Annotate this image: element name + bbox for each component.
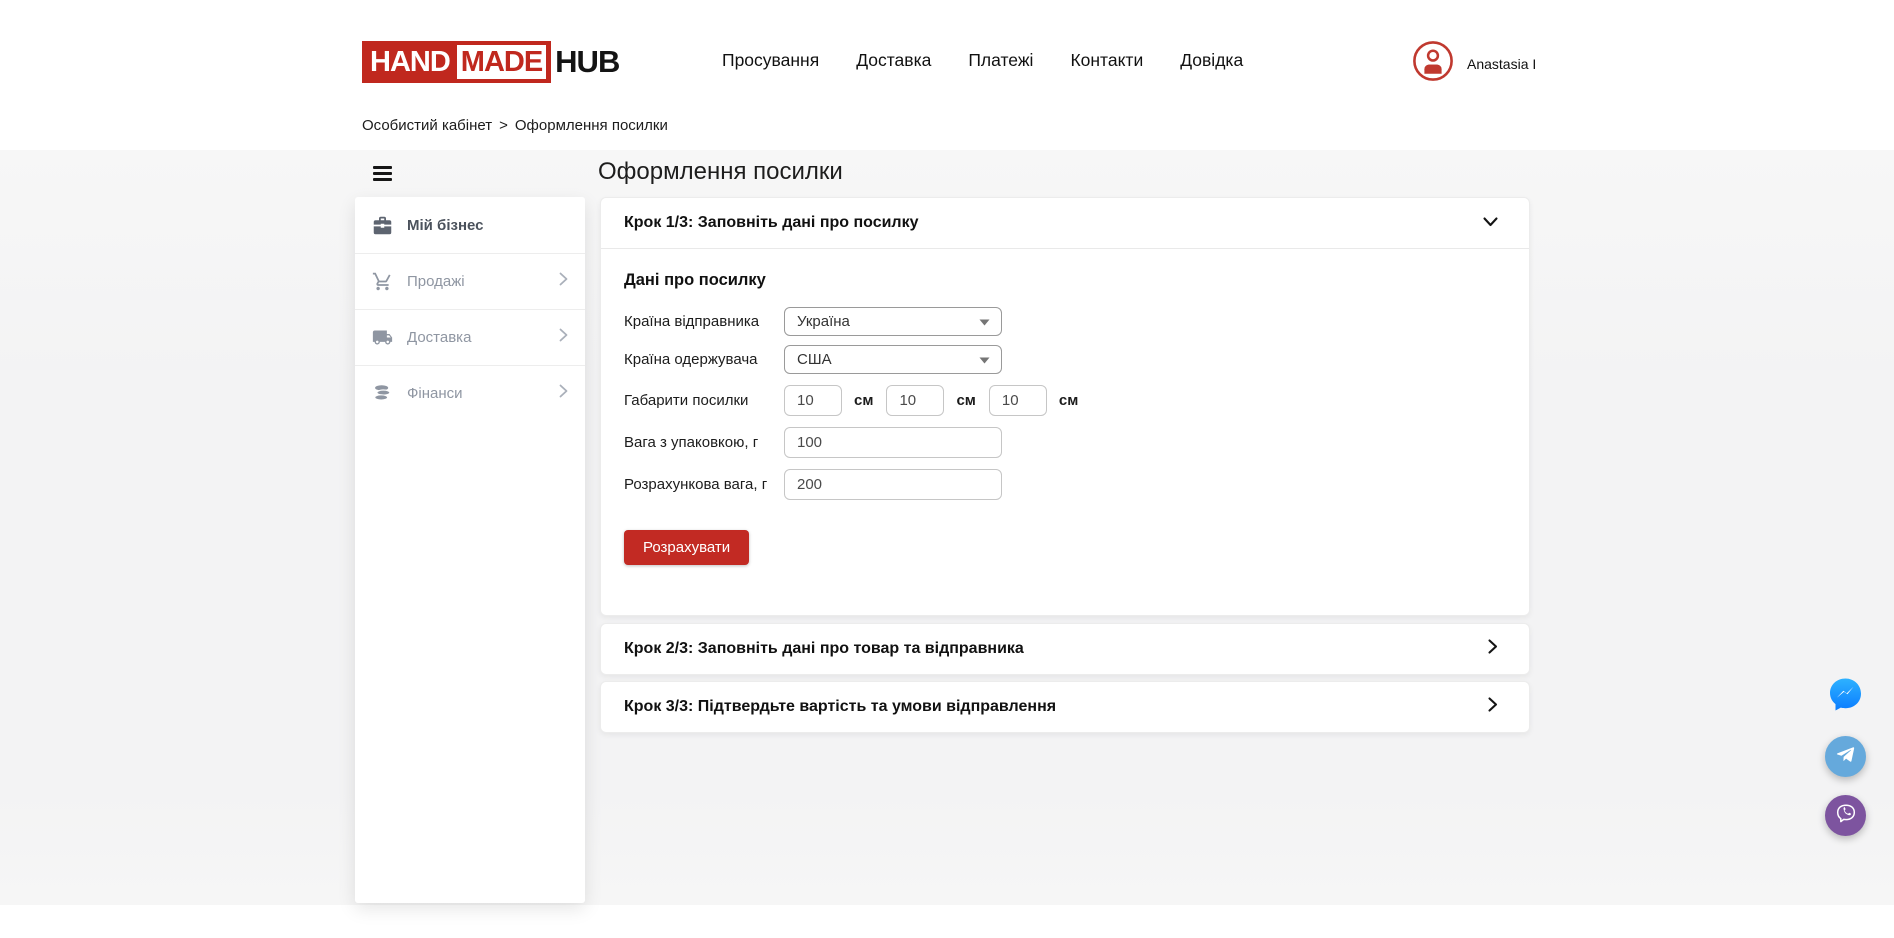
coins-icon xyxy=(372,383,393,404)
caret-down-icon xyxy=(979,351,990,368)
step-1-header[interactable]: Крок 1/3: Заповніть дані про посилку xyxy=(601,198,1529,249)
main-nav: Просування Доставка Платежі Контакти Дов… xyxy=(722,50,1243,71)
header: HAND MADE HUB Просування Доставка Платеж… xyxy=(0,0,1894,150)
user-menu[interactable]: Anastasia I xyxy=(1412,40,1536,87)
logo[interactable]: HAND MADE HUB xyxy=(362,41,619,83)
chevron-right-icon xyxy=(559,272,568,291)
user-name: Anastasia I xyxy=(1467,56,1536,72)
form-heading: Дані про посилку xyxy=(624,271,1506,290)
unit-cm-label: см xyxy=(1059,392,1078,409)
recipient-country-row: Країна одержувача США xyxy=(624,345,1506,374)
chevron-right-icon xyxy=(559,384,568,403)
sidebar: Мій бізнес Продажі Доставка xyxy=(355,197,585,903)
recipient-country-value: США xyxy=(797,351,832,368)
sidebar-item-my-business[interactable]: Мій бізнес xyxy=(355,197,585,253)
briefcase-icon xyxy=(372,215,393,236)
sidebar-item-finance[interactable]: Фінанси xyxy=(355,365,585,421)
sidebar-item-delivery[interactable]: Доставка xyxy=(355,309,585,365)
sender-country-select[interactable]: Україна xyxy=(784,307,1002,336)
parcel-form: Дані про посилку Країна відправника Укра… xyxy=(601,249,1529,565)
telegram-button[interactable] xyxy=(1825,736,1866,777)
step-3-title: Крок 3/3: Підтвердьте вартість та умови … xyxy=(624,698,1056,716)
page-title: Оформлення посилки xyxy=(598,158,843,186)
calculate-button[interactable]: Розрахувати xyxy=(624,530,749,565)
step-1-panel: Крок 1/3: Заповніть дані про посилку Дан… xyxy=(600,197,1530,616)
unit-cm-label: см xyxy=(854,392,873,409)
nav-item-delivery[interactable]: Доставка xyxy=(856,50,931,71)
dimension-height-input[interactable] xyxy=(989,385,1047,416)
logo-box: HAND MADE xyxy=(362,41,551,83)
sidebar-item-label: Фінанси xyxy=(407,385,559,402)
recipient-country-label: Країна одержувача xyxy=(624,351,784,368)
caret-down-icon xyxy=(979,313,990,330)
breadcrumb-separator: > xyxy=(499,117,508,134)
step-1-title: Крок 1/3: Заповніть дані про посилку xyxy=(624,214,919,232)
chevron-down-icon xyxy=(1483,214,1498,232)
avatar-icon xyxy=(1412,40,1454,87)
estimated-weight-input[interactable] xyxy=(784,469,1002,500)
viber-icon xyxy=(1834,801,1858,830)
sidebar-item-label: Продажі xyxy=(407,273,559,290)
cart-icon xyxy=(372,271,393,292)
unit-cm-label: см xyxy=(956,392,975,409)
weight-input[interactable] xyxy=(784,427,1002,458)
nav-item-contacts[interactable]: Контакти xyxy=(1070,50,1143,71)
telegram-icon xyxy=(1834,743,1857,771)
step-2-panel: Крок 2/3: Заповніть дані про товар та ві… xyxy=(600,623,1530,675)
sender-country-row: Країна відправника Україна xyxy=(624,307,1506,336)
logo-hub: HUB xyxy=(555,44,619,80)
sidebar-item-sales[interactable]: Продажі xyxy=(355,253,585,309)
viber-button[interactable] xyxy=(1825,795,1866,836)
chevron-right-icon xyxy=(1488,697,1498,717)
page: HAND MADE HUB Просування Доставка Платеж… xyxy=(0,0,1894,938)
step-3-header[interactable]: Крок 3/3: Підтвердьте вартість та умови … xyxy=(601,682,1529,732)
truck-icon xyxy=(372,327,393,348)
nav-item-payments[interactable]: Платежі xyxy=(968,50,1033,71)
messenger-button[interactable] xyxy=(1825,677,1866,718)
chevron-right-icon xyxy=(559,328,568,347)
dimensions-label: Габарити посилки xyxy=(624,392,784,409)
recipient-country-select[interactable]: США xyxy=(784,345,1002,374)
nav-item-help[interactable]: Довідка xyxy=(1180,50,1243,71)
dimension-length-input[interactable] xyxy=(784,385,842,416)
weight-label: Вага з упаковкою, г xyxy=(624,434,784,451)
logo-hand: HAND xyxy=(370,46,450,79)
weight-row: Вага з упаковкою, г xyxy=(624,427,1506,458)
sidebar-item-label: Доставка xyxy=(407,329,559,346)
dimensions-row: Габарити посилки см см см xyxy=(624,385,1506,416)
messenger-icon xyxy=(1825,675,1866,721)
breadcrumb: Особистий кабінет > Оформлення посилки xyxy=(362,117,668,134)
estimated-weight-label: Розрахункова вага, г xyxy=(624,476,784,493)
estimated-weight-row: Розрахункова вага, г xyxy=(624,469,1506,500)
dimension-width-input[interactable] xyxy=(886,385,944,416)
step-2-title: Крок 2/3: Заповніть дані про товар та ві… xyxy=(624,640,1024,658)
menu-toggle-icon[interactable] xyxy=(373,166,392,181)
sender-country-value: Україна xyxy=(797,313,850,330)
breadcrumb-current: Оформлення посилки xyxy=(515,117,668,134)
sender-country-label: Країна відправника xyxy=(624,313,784,330)
nav-item-promotion[interactable]: Просування xyxy=(722,50,819,71)
chevron-right-icon xyxy=(1488,639,1498,659)
logo-made: MADE xyxy=(457,45,546,79)
sidebar-item-label: Мій бізнес xyxy=(407,217,568,234)
step-3-panel: Крок 3/3: Підтвердьте вартість та умови … xyxy=(600,681,1530,733)
breadcrumb-cabinet-link[interactable]: Особистий кабінет xyxy=(362,117,492,134)
social-buttons xyxy=(1825,677,1866,836)
step-2-header[interactable]: Крок 2/3: Заповніть дані про товар та ві… xyxy=(601,624,1529,674)
